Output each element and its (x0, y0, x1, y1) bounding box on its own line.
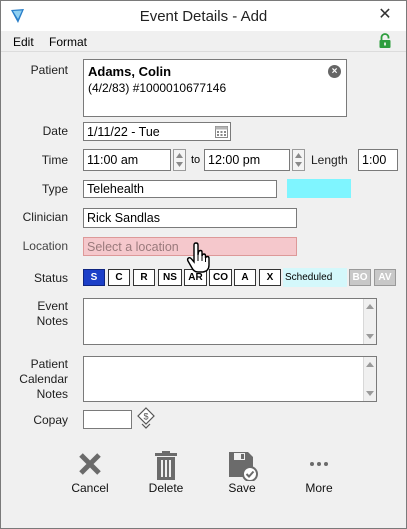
svg-text:$: $ (143, 412, 148, 422)
start-time-field[interactable]: 11:00 am (83, 149, 171, 171)
patient-details: (4/2/83) #1000010677146 (88, 81, 227, 95)
event-notes-textarea[interactable] (83, 298, 377, 345)
time-label: Time (41, 153, 68, 167)
type-label: Type (41, 182, 68, 196)
menu-edit[interactable]: Edit (13, 35, 34, 49)
length-value: 1:00 (362, 153, 387, 167)
status-button-a[interactable]: A (234, 269, 256, 286)
cancel-button[interactable]: Cancel (55, 451, 125, 495)
delete-button[interactable]: Delete (131, 451, 201, 495)
date-value: 1/11/22 - Tue (87, 125, 160, 139)
patient-calendar-notes-label: Patient Calendar Notes (19, 357, 68, 402)
lock-icon[interactable] (378, 33, 392, 49)
time-to-label: to (191, 154, 201, 166)
menu-bar: Edit Format (1, 31, 406, 52)
copay-label: Copay (33, 413, 68, 427)
length-field[interactable]: 1:00 (358, 149, 398, 171)
status-button-ns[interactable]: NS (158, 269, 182, 286)
location-placeholder: Select a location (87, 240, 179, 254)
copay-icon[interactable]: $ (137, 407, 155, 432)
start-time-value: 11:00 am (87, 153, 139, 167)
pcn-label-line1: Patient (30, 357, 68, 371)
end-time-value: 12:00 pm (208, 153, 261, 167)
delete-label: Delete (148, 481, 184, 495)
end-time-field[interactable]: 12:00 pm (204, 149, 290, 171)
patient-calendar-notes-textarea[interactable] (83, 356, 377, 402)
clinician-label: Clinician (22, 210, 68, 224)
cancel-label: Cancel (71, 481, 109, 495)
patient-label: Patient (30, 63, 68, 77)
status-button-av[interactable]: AV (374, 269, 396, 286)
status-button-s[interactable]: S (83, 269, 105, 286)
spin-down-icon (176, 162, 183, 167)
pcn-label-line2: Calendar (19, 372, 68, 386)
clear-patient-icon[interactable]: × (328, 65, 341, 78)
status-button-c[interactable]: C (108, 269, 130, 286)
event-details-window: Event Details - Add ✕ Edit Format Patien… (0, 0, 407, 529)
cancel-icon (79, 453, 101, 475)
patient-calendar-notes-scrollbar[interactable] (363, 357, 376, 401)
type-color-swatch[interactable] (287, 179, 351, 198)
date-label: Date (42, 124, 68, 138)
more-icon (310, 462, 328, 466)
status-button-r[interactable]: R (133, 269, 155, 286)
type-value: Telehealth (87, 182, 144, 196)
save-icon (229, 452, 258, 481)
status-button-x[interactable]: X (259, 269, 281, 286)
window-title: Event Details - Add (139, 8, 268, 25)
start-time-spinner[interactable] (173, 149, 186, 171)
status-button-bo[interactable]: BO (349, 269, 371, 286)
copay-field[interactable] (83, 410, 132, 429)
patient-box[interactable]: Adams, Colin (4/2/83) #1000010677146 × (83, 59, 347, 117)
save-label: Save (228, 481, 256, 495)
title-bar: Event Details - Add ✕ (1, 1, 406, 31)
event-notes-label: Event Notes (37, 299, 68, 329)
type-field[interactable]: Telehealth (83, 180, 277, 198)
clinician-field[interactable]: Rick Sandlas (83, 208, 297, 228)
status-button-co[interactable]: CO (209, 269, 232, 286)
location-label: Location (22, 239, 68, 253)
save-button[interactable]: Save (207, 451, 277, 495)
more-button[interactable]: More (284, 451, 354, 495)
close-icon[interactable]: ✕ (374, 4, 396, 26)
event-notes-label-line1: Event (37, 299, 68, 313)
event-notes-scrollbar[interactable] (363, 299, 376, 344)
event-notes-label-line2: Notes (36, 314, 68, 328)
status-text: Scheduled (283, 268, 347, 287)
end-time-spinner[interactable] (292, 149, 305, 171)
hand-cursor-icon (186, 242, 212, 277)
calendar-icon[interactable] (215, 125, 228, 141)
date-field[interactable]: 1/11/22 - Tue (83, 122, 231, 141)
spin-up-icon (176, 153, 183, 158)
clinician-value: Rick Sandlas (87, 211, 160, 225)
menu-format[interactable]: Format (49, 35, 87, 49)
patient-name: Adams, Colin (88, 64, 172, 79)
status-label: Status (33, 271, 68, 285)
delete-icon (155, 451, 177, 480)
pcn-label-line3: Notes (36, 387, 68, 401)
more-label: More (305, 481, 333, 495)
length-label: Length (311, 153, 348, 167)
